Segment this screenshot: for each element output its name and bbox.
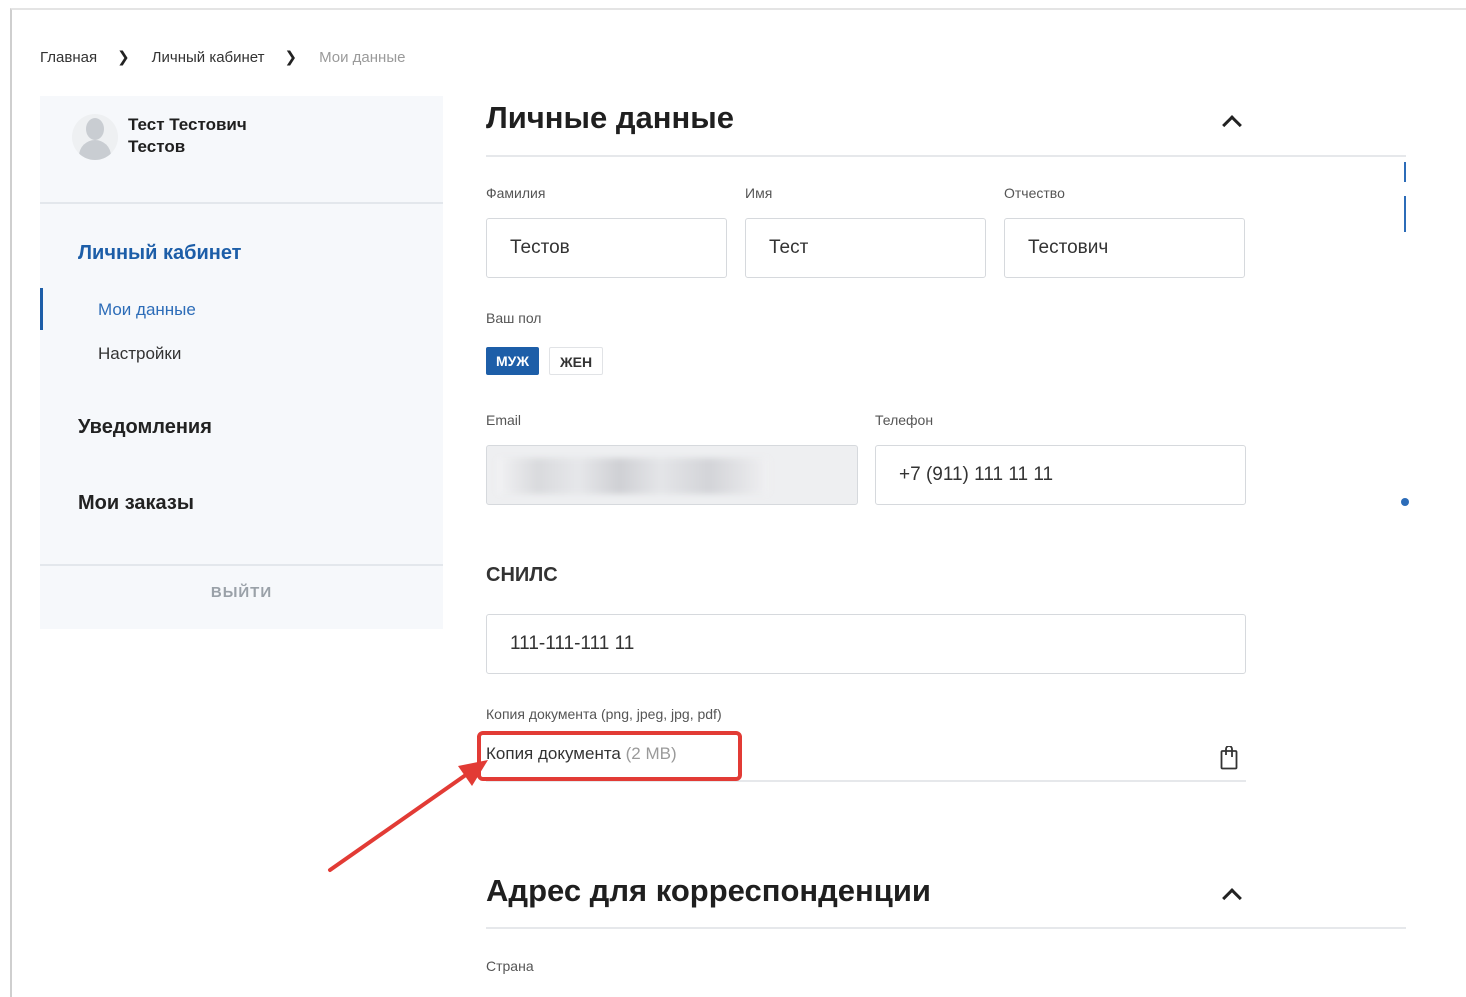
gender-male-button[interactable]: МУЖ xyxy=(486,347,540,375)
chevron-right-icon: ❯ xyxy=(117,49,130,66)
name-label: Имя xyxy=(745,185,773,201)
chevron-right-icon: ❯ xyxy=(284,49,298,66)
avatar xyxy=(72,114,118,160)
breadcrumb-cabinet[interactable]: Личный кабинет xyxy=(152,49,265,66)
country-label: Страна xyxy=(486,958,534,974)
snils-field[interactable]: 111-111-111 11 xyxy=(486,614,1246,674)
annotation-highlight-box xyxy=(477,731,742,781)
surname-field[interactable]: Тестов xyxy=(486,218,727,278)
scroll-marker xyxy=(1404,162,1406,182)
user-name-line2: Тестов xyxy=(128,137,186,156)
active-indicator xyxy=(40,288,43,330)
breadcrumb-current: Мои данные xyxy=(319,48,406,66)
document-label: Копия документа (png, jpeg, jpg, pdf) xyxy=(486,706,722,722)
user-name-line1: Тест Тестович xyxy=(128,115,247,134)
attach-icon[interactable] xyxy=(1220,746,1238,770)
annotation-arrow-icon xyxy=(328,760,488,872)
sidebar-item-my-data[interactable]: Мои данные xyxy=(98,300,196,320)
sidebar-item-cabinet[interactable]: Личный кабинет xyxy=(78,242,241,265)
gender-label: Ваш пол xyxy=(486,310,542,326)
patronymic-field[interactable]: Тестович xyxy=(1004,218,1245,278)
divider xyxy=(486,155,1406,157)
email-label: Email xyxy=(486,412,522,428)
gender-female-button[interactable]: ЖЕН xyxy=(549,347,604,375)
avatar-body xyxy=(79,140,111,160)
user-card: Тест Тестович Тестов xyxy=(40,96,443,204)
surname-label: Фамилия xyxy=(486,185,546,201)
gender-toggle: МУЖ ЖЕН xyxy=(486,347,604,375)
breadcrumb: Главная ❯ Личный кабинет ❯ Мои данные xyxy=(40,48,406,67)
phone-label: Телефон xyxy=(875,412,934,428)
sidebar-item-notifications[interactable]: Уведомления xyxy=(78,416,212,439)
name-field[interactable]: Тест xyxy=(745,218,986,278)
email-field xyxy=(486,445,858,505)
patronymic-label: Отчество xyxy=(1004,185,1065,201)
sidebar-item-orders[interactable]: Мои заказы xyxy=(78,492,194,515)
logout-button[interactable]: ВЫЙТИ xyxy=(40,584,443,601)
indicator-dot xyxy=(1401,498,1409,506)
personal-data-title: Личные данные xyxy=(486,100,734,135)
address-title: Адрес для корреспонденции xyxy=(486,873,931,908)
sidebar-item-settings[interactable]: Настройки xyxy=(98,344,181,364)
avatar-head xyxy=(86,118,104,140)
divider xyxy=(486,927,1406,929)
breadcrumb-home[interactable]: Главная xyxy=(40,49,97,66)
sidebar: Тест Тестович Тестов Личный кабинет Мои … xyxy=(40,96,443,629)
divider xyxy=(40,564,443,566)
user-name: Тест Тестович Тестов xyxy=(128,114,247,158)
scroll-marker xyxy=(1404,196,1406,232)
phone-field[interactable]: +7 (911) 111 11 11 xyxy=(875,445,1246,505)
email-redacted xyxy=(497,458,769,494)
snils-title: СНИЛС xyxy=(486,564,558,586)
